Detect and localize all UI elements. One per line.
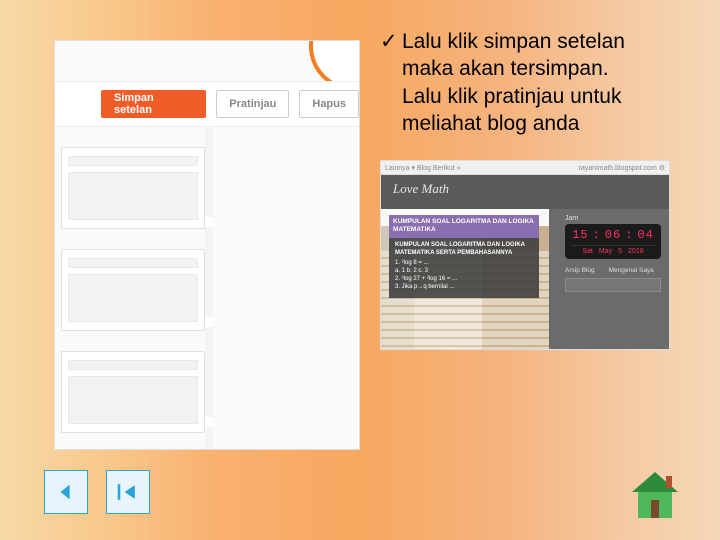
- layout-option[interactable]: [61, 351, 205, 433]
- layout-thumbnails: [61, 147, 211, 449]
- instruction-text: ✓Lalu klik simpan setelan maka akan ters…: [380, 28, 680, 137]
- about-label: Mengenai Saya: [609, 267, 654, 274]
- blogger-toolbar: Simpan setelan Pratinjau Hapus: [55, 81, 359, 127]
- instruction-line: meliahat blog anda: [380, 110, 680, 137]
- layout-option[interactable]: [61, 147, 205, 229]
- post-subtitle: KUMPULAN SOAL LOGARITMA DAN LOGIKA MATEM…: [395, 242, 533, 258]
- clock-label: Jam: [565, 215, 661, 222]
- blog-navbar: Lainnya ▾ Blog Berikut » rayanimath.blog…: [381, 161, 669, 175]
- home-button[interactable]: [628, 470, 682, 520]
- clock-hours: 15: [572, 228, 588, 242]
- home-icon: [628, 470, 682, 520]
- blog-body: KUMPULAN SOAL LOGARITMA DAN LOGIKA MATEM…: [381, 209, 669, 349]
- archive-label: Arsip Blog: [565, 267, 595, 274]
- clock-month: May: [599, 248, 612, 255]
- clock-minutes: 06: [605, 228, 621, 242]
- clock-year: 2018: [628, 248, 644, 255]
- sidebar-widgets: Jam 15: 06: 04 Sat May 5 2018 Arsip Blog…: [565, 215, 661, 292]
- first-slide-button[interactable]: [106, 470, 150, 514]
- layout-option[interactable]: [61, 249, 205, 331]
- post-title: KUMPULAN SOAL LOGARITMA DAN LOGIKA MATEM…: [389, 215, 539, 238]
- blog-preview-screenshot: Lainnya ▾ Blog Berikut » rayanimath.blog…: [380, 160, 670, 350]
- clock-seconds: 04: [637, 228, 653, 242]
- instruction-line: Lalu klik simpan setelan: [402, 30, 625, 53]
- preview-button[interactable]: Pratinjau: [216, 90, 289, 118]
- blogger-settings-screenshot: Simpan setelan Pratinjau Hapus: [54, 40, 360, 450]
- blog-title: Love Math: [381, 175, 669, 209]
- post-body: 1. ²log 8 = ... a. 1 b. 2 c. 3 2. ³log 2…: [395, 260, 533, 291]
- layout-divider: [205, 127, 213, 449]
- blog-post: KUMPULAN SOAL LOGARITMA DAN LOGIKA MATEM…: [389, 215, 539, 298]
- slide-nav: [44, 470, 150, 514]
- screenshot-inner: Simpan setelan Pratinjau Hapus: [55, 41, 359, 449]
- navbar-right: rayanimath.blogspot.com ⚙: [579, 164, 665, 172]
- digital-clock: 15: 06: 04 Sat May 5 2018: [565, 224, 661, 259]
- clock-date: 5: [618, 248, 622, 255]
- instruction-line: maka akan tersimpan.: [380, 55, 680, 82]
- instruction-line: Lalu klik pratinjau untuk: [380, 83, 680, 110]
- save-settings-button[interactable]: Simpan setelan: [101, 90, 206, 118]
- sidebar-box: [565, 278, 661, 292]
- delete-button[interactable]: Hapus: [299, 90, 359, 118]
- check-icon: ✓: [380, 28, 402, 55]
- clock-day: Sat: [582, 248, 593, 255]
- previous-slide-button[interactable]: [44, 470, 88, 514]
- first-arrow-icon: [116, 481, 140, 503]
- left-arrow-icon: [55, 481, 77, 503]
- navbar-left: Lainnya ▾ Blog Berikut »: [385, 164, 461, 172]
